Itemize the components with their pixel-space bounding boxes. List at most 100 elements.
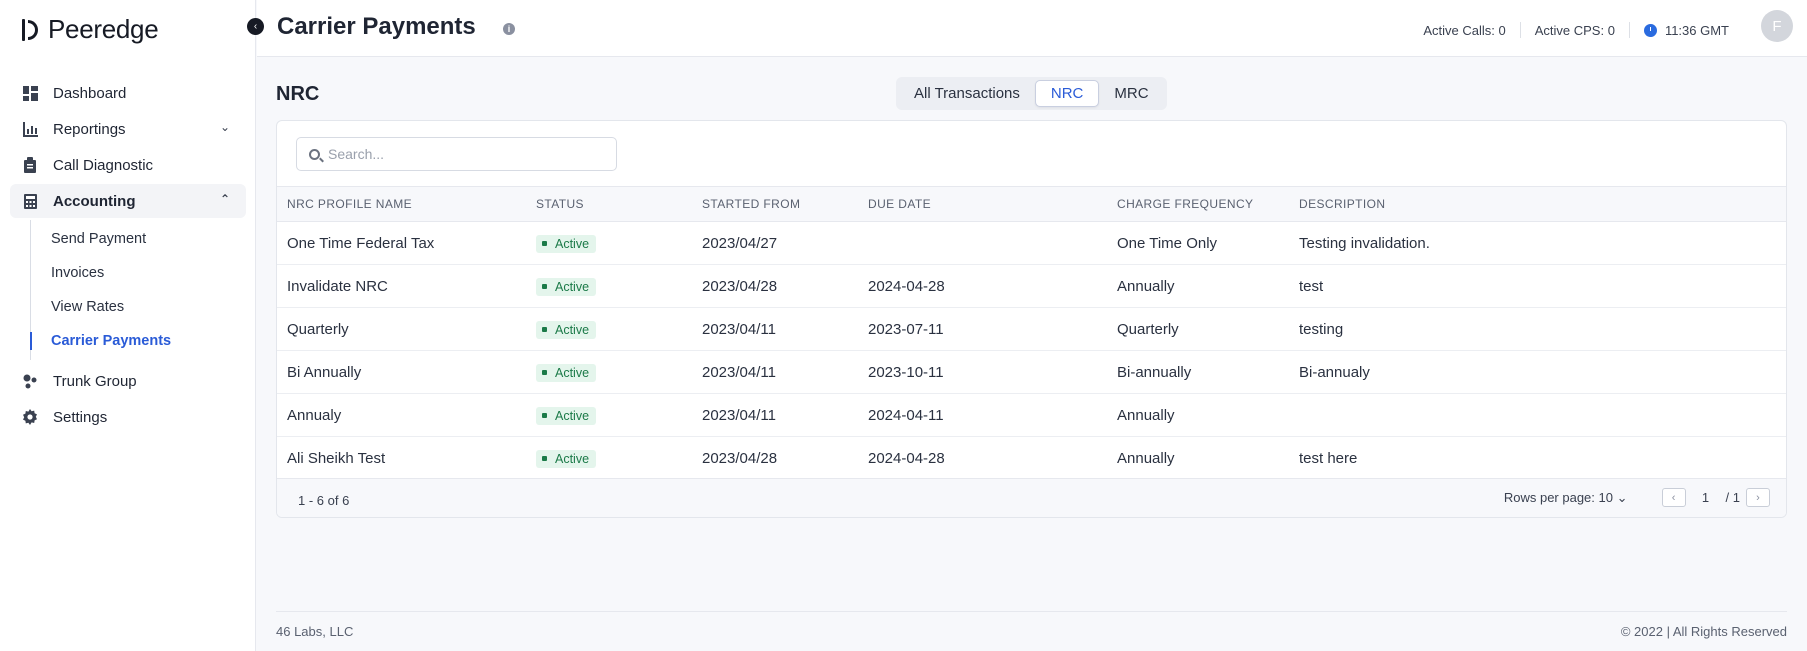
status-text: Active	[555, 322, 590, 337]
due-date-cell: 2023-10-11	[868, 363, 944, 381]
chevron-right-icon: ›	[1756, 491, 1760, 504]
started-cell: 2023/04/11	[702, 320, 776, 338]
transaction-tabs: All Transactions NRC MRC	[896, 77, 1167, 110]
copyright: © 2022 | All Rights Reserved	[1620, 624, 1787, 639]
started-cell: 2023/04/28	[702, 277, 778, 295]
sidebar-item-carrier-payments[interactable]: Carrier Payments	[30, 324, 246, 358]
search-input[interactable]	[328, 146, 598, 162]
status-badge: Active	[536, 234, 597, 253]
company-name: 46 Labs, LLC	[276, 624, 354, 639]
description-cell: Bi-annualy	[1299, 363, 1370, 381]
sidebar-item-call-diagnostic[interactable]: Call Diagnostic	[10, 148, 246, 182]
status-dot-icon	[542, 413, 547, 419]
tab-nrc[interactable]: NRC	[1034, 80, 1100, 107]
status-cell: Active	[526, 394, 692, 437]
status-dot-icon	[542, 241, 547, 247]
description-cell: test	[1299, 277, 1324, 295]
frequency-cell: Quarterly	[1117, 320, 1179, 338]
sidebar-item-send-payment[interactable]: Send Payment	[31, 222, 246, 256]
current-page[interactable]: 1	[1692, 490, 1720, 505]
chevron-down-icon: ⌄	[219, 120, 230, 134]
avatar[interactable]: F	[1761, 10, 1793, 42]
tab-all-transactions[interactable]: All Transactions	[899, 80, 1035, 107]
column-header[interactable]: STARTED FROM	[692, 187, 858, 222]
tab-mrc[interactable]: MRC	[1099, 80, 1163, 107]
profile-name-cell: Ali Sheikh Test	[287, 449, 386, 467]
sidebar-item-label: Call Diagnostic	[53, 156, 154, 174]
pagination: Rows per page: 10 ⌄ ‹ 1 / 1 ›	[1504, 488, 1770, 507]
sidebar-item-reportings[interactable]: Reportings ⌄	[10, 112, 246, 146]
row-range: 1 - 6 of 6	[298, 493, 350, 508]
page-title: Carrier Payments	[277, 13, 476, 40]
status-badge: Active	[536, 363, 597, 382]
accounting-submenu: Send Payment Invoices View Rates Carrier…	[30, 220, 246, 360]
total-pages: / 1	[1725, 490, 1740, 505]
active-cps: Active CPS: 0	[1534, 22, 1615, 38]
profile-name-cell: One Time Federal Tax	[287, 234, 435, 252]
profile-name-cell: Bi Annually	[287, 363, 362, 381]
profile-name-cell: Quarterly	[287, 320, 349, 338]
description-cell: test here	[1299, 449, 1358, 467]
header-status: Active Calls: 0 Active CPS: 0 11:36 GMT …	[1423, 10, 1793, 42]
description-cell: Testing invalidation.	[1299, 234, 1430, 252]
column-header[interactable]: DUE DATE	[858, 187, 1107, 222]
started-cell: 2023/04/11	[702, 363, 776, 381]
due-date-cell: 2023-07-11	[868, 320, 944, 338]
frequency-cell: One Time Only	[1117, 234, 1218, 252]
dashboard-icon	[22, 85, 38, 101]
table-row[interactable]: Ali Sheikh Test Active 2023/04/28 2024-0…	[277, 437, 1786, 480]
chevron-down-icon: ⌄	[1616, 489, 1628, 505]
status-cell: Active	[526, 351, 692, 394]
status-dot-icon	[542, 370, 547, 376]
divider	[1519, 22, 1521, 38]
sidebar: Peeredge Dashboard Reportings ⌄ Call Dia…	[0, 0, 256, 651]
sidebar-nav: Dashboard Reportings ⌄ Call Diagnostic A…	[10, 76, 246, 436]
table-row[interactable]: Annualy Active 2023/04/11 2024-04-11 Ann…	[277, 394, 1786, 437]
sidebar-item-accounting[interactable]: Accounting ⌃	[10, 184, 246, 218]
status-badge: Active	[536, 320, 597, 339]
status-badge: Active	[536, 277, 597, 296]
section-title: NRC	[276, 83, 320, 105]
table-row[interactable]: One Time Federal Tax Active 2023/04/27 O…	[277, 222, 1786, 265]
page-footer: 46 Labs, LLC © 2022 | All Rights Reserve…	[276, 611, 1787, 639]
status-text: Active	[555, 236, 590, 251]
nrc-table-card: NRC PROFILE NAME STATUS STARTED FROM DUE…	[276, 120, 1787, 518]
sidebar-item-settings[interactable]: Settings	[10, 400, 246, 434]
info-icon[interactable]: i	[503, 23, 515, 35]
status-cell: Active	[526, 308, 692, 351]
status-dot-icon	[542, 456, 547, 462]
column-header[interactable]: NRC PROFILE NAME	[277, 187, 526, 222]
frequency-cell: Annually	[1117, 449, 1175, 467]
prev-page-button[interactable]: ‹	[1661, 488, 1686, 507]
top-header: Carrier Payments i Active Calls: 0 Activ…	[257, 0, 1807, 57]
table-row[interactable]: Quarterly Active 2023/04/11 2023-07-11 Q…	[277, 308, 1786, 351]
sidebar-item-invoices[interactable]: Invoices	[31, 256, 246, 290]
chevron-left-icon: ‹	[253, 21, 258, 32]
rows-per-page-label: Rows per page:	[1503, 489, 1595, 505]
table-row[interactable]: Invalidate NRC Active 2023/04/28 2024-04…	[277, 265, 1786, 308]
collapse-sidebar-button[interactable]: ‹	[247, 18, 264, 35]
calculator-icon	[22, 193, 38, 209]
sidebar-item-view-rates[interactable]: View Rates	[31, 290, 246, 324]
frequency-cell: Bi-annually	[1117, 363, 1192, 381]
sidebar-item-label: Reportings	[53, 120, 126, 138]
table-row[interactable]: Bi Annually Active 2023/04/11 2023-10-11…	[277, 351, 1786, 394]
started-cell: 2023/04/27	[702, 234, 778, 252]
nrc-table: NRC PROFILE NAME STATUS STARTED FROM DUE…	[277, 186, 1786, 480]
column-header[interactable]: CHARGE FREQUENCY	[1107, 187, 1289, 222]
sidebar-item-label: Dashboard	[53, 84, 127, 102]
rows-per-page-select[interactable]: Rows per page: 10 ⌄	[1504, 490, 1628, 506]
app-logo[interactable]: Peeredge	[22, 14, 159, 45]
column-header[interactable]: STATUS	[526, 187, 692, 222]
gear-icon	[22, 409, 38, 425]
status-badge: Active	[536, 449, 597, 468]
clock-icon	[1643, 23, 1657, 37]
sidebar-item-trunk-group[interactable]: Trunk Group	[10, 364, 246, 398]
started-cell: 2023/04/28	[702, 449, 778, 467]
status-text: Active	[555, 279, 590, 294]
trunk-group-icon	[22, 373, 38, 389]
column-header[interactable]: DESCRIPTION	[1289, 187, 1786, 222]
frequency-cell: Annually	[1117, 406, 1175, 424]
next-page-button[interactable]: ›	[1746, 488, 1770, 507]
sidebar-item-dashboard[interactable]: Dashboard	[10, 76, 246, 110]
